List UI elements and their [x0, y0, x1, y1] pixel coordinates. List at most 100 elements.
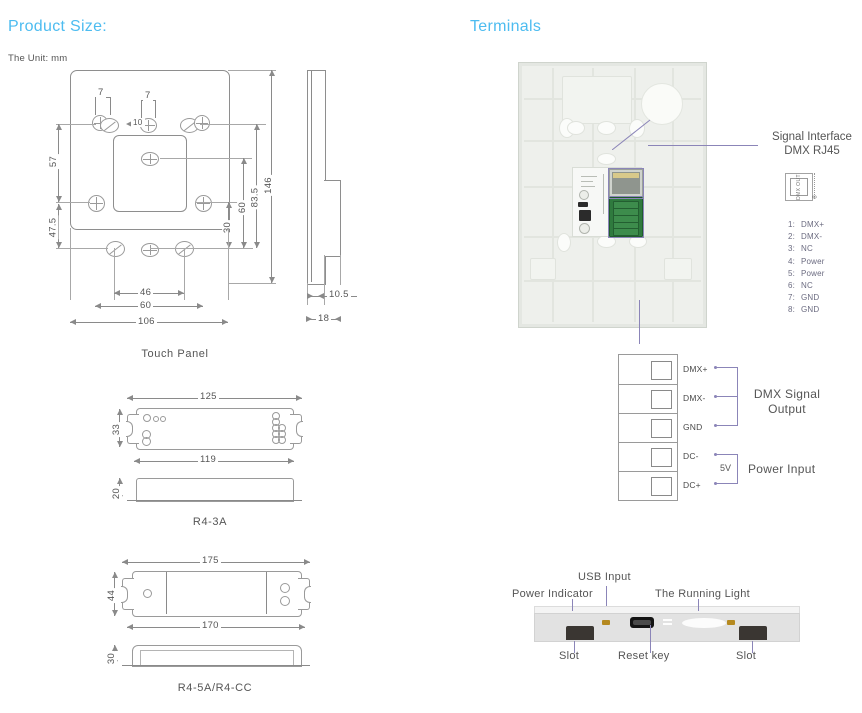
dim-47-5: 47.5 — [47, 215, 59, 240]
edge-oval-window — [682, 618, 726, 628]
edge-housing — [534, 606, 800, 642]
side-boss — [324, 180, 341, 257]
section-heading-product-size: Product Size: — [8, 18, 108, 35]
r4-5a-body — [132, 571, 302, 617]
screw-hole-bottom-center — [141, 243, 159, 257]
group-label-dmx-signal-output: DMX Signal Output — [753, 387, 821, 416]
pin-row: 3: NC — [788, 244, 813, 254]
pcb-chip-2 — [579, 210, 591, 221]
r4-3a-profile — [136, 478, 294, 502]
terminal-label-dc-plus: DC+ — [683, 480, 701, 490]
dim-30-height: 30 — [106, 650, 118, 667]
group-label-power-input: Power Input — [748, 462, 816, 476]
dim-44: 44 — [106, 587, 118, 604]
pin-row: 1: DMX+ — [788, 220, 825, 229]
terminal-row — [619, 384, 677, 414]
section-heading-terminals: Terminals — [470, 18, 542, 35]
reset-key[interactable] — [663, 618, 672, 627]
terminal-row — [619, 413, 677, 443]
label-slot-left: Slot — [559, 650, 580, 662]
pcb-cap-2 — [579, 223, 590, 234]
label-power-indicator: Power Indicator — [512, 588, 593, 600]
terminal-screw — [651, 448, 672, 467]
label-reset-key: Reset key — [618, 650, 670, 662]
r4-3a-port-2 — [142, 437, 151, 446]
terminal-screw — [651, 419, 672, 438]
label-slot-right: Slot — [736, 650, 757, 662]
touch-panel-back-photo — [518, 62, 707, 328]
pin-row: 6: NC — [788, 281, 813, 291]
caption-r4-5a: R4-5A/R4-CC — [177, 682, 253, 694]
dim-170: 170 — [200, 620, 221, 631]
terminal-highlight-box — [608, 196, 644, 238]
rj45-pin-list: 1: DMX+ 2: DMX- 3: NC 4: Power 5: Power 6: NC … — [788, 219, 825, 317]
r4-3a-term-h — [278, 436, 286, 444]
terminal-screw — [651, 361, 672, 380]
dim-18: 18 — [316, 313, 332, 324]
r4-5a-notch-right — [304, 586, 311, 603]
leader-reset-key — [650, 625, 651, 653]
terminal-label-gnd: GND — [683, 422, 703, 432]
unit-note: The Unit: mm — [8, 53, 68, 64]
dim-146: 146 — [262, 175, 274, 196]
screw-hole-mid-left — [88, 195, 105, 212]
r4-3a-body — [136, 408, 294, 450]
slot-hole-bottom-left — [106, 241, 125, 257]
terminal-label-dc-minus: DC- — [683, 451, 699, 461]
dim-10-5: 10.5 — [327, 289, 351, 300]
pin-row: 4: Power — [788, 256, 825, 266]
slot-hole-top-left — [100, 118, 119, 133]
pcb-capacitor — [579, 190, 589, 200]
rj45-icon: DMX OUT — [785, 173, 813, 201]
leader-line-terminal-v — [639, 300, 640, 344]
r4-5a-led-1 — [280, 583, 290, 593]
r4-3a-led-1 — [143, 414, 151, 422]
leader-line-rj45-h — [648, 145, 758, 146]
screw-hole-mid-right — [195, 195, 212, 212]
r4-3a-led-3 — [160, 416, 166, 422]
running-light-led — [727, 620, 735, 625]
dim-46: 46 — [138, 287, 154, 298]
terminal-label-dmx-minus: DMX- — [683, 393, 706, 403]
r4-3a-notch-right — [296, 421, 303, 437]
leader-power-indicator — [572, 599, 573, 611]
slot-left — [566, 626, 594, 640]
pcb-chip-1 — [578, 202, 588, 207]
pin-row: 8: GND — [788, 305, 820, 315]
leader-running-light — [698, 599, 699, 611]
screw-hole-top-right — [194, 115, 210, 131]
r4-5a-led-2 — [280, 596, 290, 606]
terminal-block-outline — [618, 354, 678, 501]
dim-60-horizontal: 60 — [138, 300, 154, 311]
dim-60-vertical: 60 — [237, 199, 249, 216]
photo-oval-2 — [567, 121, 585, 135]
r4-3a-led-2 — [153, 416, 159, 422]
power-indicator-led — [602, 620, 610, 625]
r4-5a-profile-inner — [140, 650, 294, 666]
pin-row: 2: DMX- — [788, 232, 823, 242]
dim-hole-7-right: 7 — [143, 90, 153, 101]
signal-interface-title-2: DMX RJ45 — [784, 145, 840, 157]
dim-hole-7-left: 7 — [96, 87, 106, 98]
dim-119: 119 — [198, 454, 219, 465]
pin-row: 5: Power — [788, 268, 825, 278]
label-usb-input: USB Input — [578, 571, 631, 583]
terminal-row — [619, 471, 677, 500]
datasheet-page: Product Size: The Unit: mm 7 7 10 57 47.… — [0, 0, 862, 713]
signal-interface-title-1: Signal Interface — [772, 131, 852, 143]
caption-r4-3a: R4-3A — [192, 516, 228, 528]
pin-row: 7: GND — [788, 293, 820, 303]
terminal-row — [619, 355, 677, 385]
dim-175: 175 — [200, 555, 221, 566]
caption-touch-panel: Touch Panel — [141, 348, 209, 360]
terminal-screw — [651, 390, 672, 409]
photo-oval-5 — [557, 233, 571, 252]
label-running-light: The Running Light — [655, 588, 750, 600]
dim-20: 20 — [111, 485, 123, 502]
rj45-icon-text: DMX OUT — [796, 174, 802, 200]
terminal-label-dmx-plus: DMX+ — [683, 364, 708, 374]
dim-125: 125 — [198, 391, 219, 402]
photo-oval-8 — [597, 153, 616, 165]
rj45-highlight-box — [608, 168, 644, 199]
dim-33: 33 — [111, 421, 123, 438]
